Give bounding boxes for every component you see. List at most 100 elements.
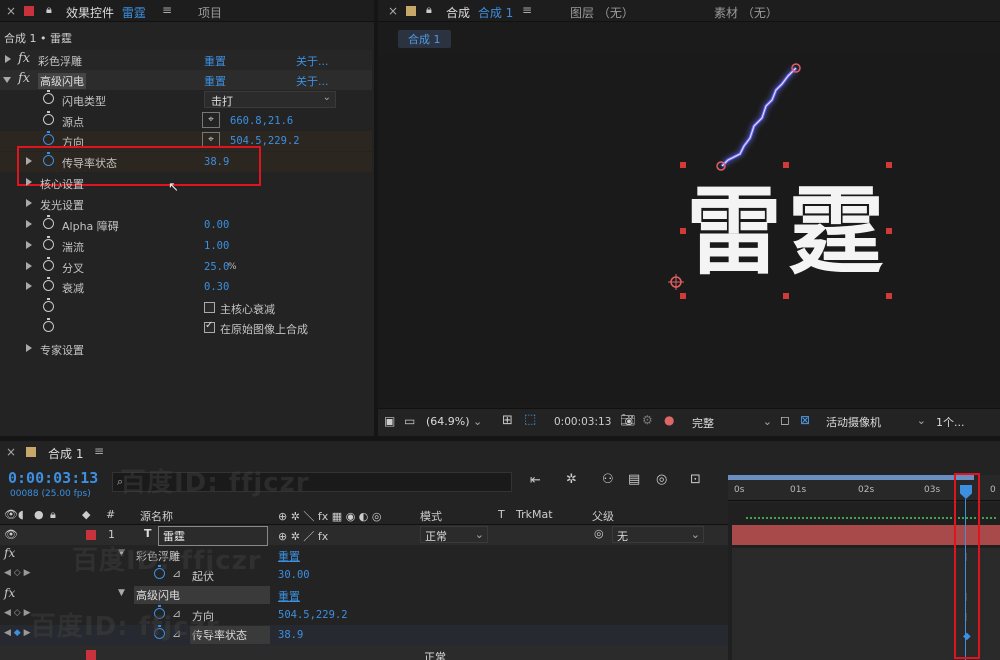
close-icon[interactable]: × (6, 4, 16, 18)
composition-viewer[interactable]: 雷霆 (378, 54, 1000, 406)
forking-value[interactable]: 25.0 (204, 261, 229, 273)
main-core-decay-checkbox[interactable] (204, 302, 215, 313)
resolution-dropdown[interactable]: 完整 ⌄ (692, 415, 772, 431)
motion-blur-icon[interactable]: ◎ (656, 472, 667, 487)
selection-handle[interactable] (680, 228, 686, 234)
selection-handle[interactable] (886, 293, 892, 299)
comp-mini-flowchart-icon[interactable]: ⇤ (530, 473, 541, 488)
keyframe-nav-icon[interactable]: ◀ ◆ ▶ (4, 628, 31, 638)
stopwatch-icon[interactable] (43, 257, 54, 271)
fx-icon[interactable]: fx (4, 586, 15, 600)
prop-value[interactable]: 504.5,229.2 (278, 609, 348, 621)
draft-3d-icon[interactable]: ✲ (566, 472, 577, 487)
expand-arrow-icon[interactable] (26, 178, 32, 186)
graph-editor-icon[interactable]: ⊡ (690, 472, 701, 487)
monitor-icon[interactable]: ▭ (404, 414, 415, 428)
stopwatch-icon[interactable] (43, 90, 54, 104)
alpha-obstacle-value[interactable]: 0.00 (204, 219, 229, 231)
layer-switches[interactable]: ⊕ ✲ ／ fx (278, 528, 328, 544)
parent-pickwhip-icon[interactable]: ◎ (594, 527, 604, 540)
mode-header[interactable]: 模式 (420, 508, 442, 524)
stopwatch-active-icon[interactable] (43, 131, 54, 145)
layer-label-color[interactable] (86, 650, 96, 660)
frame-blending-icon[interactable]: ▤ (628, 472, 640, 487)
expand-arrow-icon[interactable] (26, 220, 32, 228)
solo-toggle-icon[interactable]: ● (34, 508, 44, 521)
expand-arrow-icon[interactable] (26, 262, 32, 270)
lock-icon[interactable]: 🔒︎ (50, 508, 56, 522)
timeline-timecode[interactable]: 0:00:03:13 (8, 469, 98, 487)
camera-dropdown[interactable]: 活动摄像机 ⌄ (826, 414, 926, 430)
tab-effect-controls[interactable]: 效果控件 雷霆 (66, 4, 146, 21)
fx-icon[interactable]: fx (18, 71, 30, 86)
shy-layers-icon[interactable]: ⚇ (602, 472, 614, 487)
reset-button[interactable]: 重置 (204, 53, 226, 69)
close-icon[interactable]: × (388, 4, 398, 18)
expand-arrow-icon[interactable] (26, 344, 32, 352)
region-of-interest-icon[interactable]: ◻ (780, 413, 790, 427)
layer-mode-dropdown[interactable]: 正常 ⌄ (420, 526, 488, 543)
reset-link[interactable]: 重置 (278, 588, 300, 604)
label-tag-icon[interactable]: ◆ (82, 508, 90, 521)
audio-toggle-icon[interactable]: ◖ (18, 508, 24, 521)
selection-handle[interactable] (783, 162, 789, 168)
selection-handle[interactable] (886, 162, 892, 168)
collapse-arrow-icon[interactable] (3, 77, 11, 83)
stopwatch-icon[interactable] (43, 111, 54, 125)
always-preview-icon[interactable]: ▣ (384, 414, 395, 428)
composite-original-checkbox[interactable] (204, 320, 215, 333)
zoom-dropdown[interactable]: (64.9%) ⌄ (426, 415, 482, 428)
tab-project[interactable]: 项目 (198, 4, 222, 21)
show-snapshot-icon[interactable]: ⚙ (642, 413, 653, 427)
lock-icon[interactable]: 🔒︎ (46, 3, 52, 17)
selection-handle[interactable] (783, 293, 789, 299)
composition-subtab[interactable]: 合成 1 (398, 30, 451, 48)
tab-layer[interactable]: 图层 （无） (570, 4, 634, 21)
reset-button[interactable]: 重置 (204, 73, 226, 89)
keyframe-nav-icon[interactable]: ◀ ◇ ▶ (4, 568, 31, 578)
stopwatch-icon[interactable] (43, 277, 54, 291)
color-channels-icon[interactable]: ● (664, 413, 674, 427)
turbulence-value[interactable]: 1.00 (204, 240, 229, 252)
prop-expert-settings[interactable]: 专家设置 (0, 339, 372, 359)
effect-row-advanced-lightning[interactable]: fx ▼ 高级闪电 重置 (0, 585, 728, 605)
reset-link[interactable]: 重置 (278, 548, 300, 564)
panel-menu-icon[interactable]: ≡ (522, 3, 532, 17)
expand-arrow-icon[interactable] (26, 241, 32, 249)
collapse-arrow-icon[interactable]: ▼ (118, 588, 125, 598)
fx-icon[interactable]: fx (18, 51, 30, 66)
tab-composition[interactable]: 合成 合成 1 (446, 4, 513, 21)
panel-menu-icon[interactable]: ≡ (162, 3, 172, 17)
transparency-grid-icon[interactable]: ⊠ (800, 413, 810, 427)
lightning-type-dropdown[interactable]: 击打 ⌄ (204, 91, 336, 108)
about-link[interactable]: 关于... (296, 53, 329, 69)
source-name-header[interactable]: 源名称 (140, 508, 173, 524)
video-toggle-icon[interactable]: 👁︎ (4, 508, 18, 521)
tab-footage[interactable]: 素材 （无） (714, 4, 778, 21)
parent-dropdown[interactable]: 无 ⌄ (612, 526, 704, 543)
keyframe-nav-icon[interactable]: ◀ ◇ ▶ (4, 608, 31, 618)
stopwatch-icon[interactable] (43, 215, 54, 229)
layer-mode-text[interactable]: 正常 (424, 649, 446, 660)
prop-core-settings[interactable]: 核心设置 (0, 173, 372, 193)
tab-timeline[interactable]: 合成 1 (48, 445, 83, 462)
close-icon[interactable]: × (6, 445, 16, 459)
snapshot-icon[interactable]: 📷︎ (620, 413, 635, 427)
decay-value[interactable]: 0.30 (204, 281, 229, 293)
expand-arrow-icon[interactable] (5, 55, 11, 63)
panel-menu-icon[interactable]: ≡ (94, 444, 104, 458)
stopwatch-icon[interactable] (43, 236, 54, 250)
stopwatch-icon[interactable] (43, 318, 54, 332)
trkmat-header[interactable]: TrkMat (516, 508, 553, 521)
origin-value[interactable]: 660.8,21.6 (230, 115, 293, 127)
preview-text[interactable]: 雷霆 (683, 164, 893, 299)
selection-handle[interactable] (680, 162, 686, 168)
mask-toggle-icon[interactable]: ⬚ (524, 412, 536, 427)
work-area-bar[interactable] (728, 475, 974, 480)
prop-value[interactable]: 30.00 (278, 569, 310, 581)
prop-glow-settings[interactable]: 发光设置 (0, 194, 372, 214)
timecode-display[interactable]: 0:00:03:13 (554, 416, 611, 428)
effect-row-advanced-lightning[interactable]: fx 高级闪电 重置 关于... (0, 70, 372, 90)
selection-handle[interactable] (680, 293, 686, 299)
expand-arrow-icon[interactable] (26, 199, 32, 207)
